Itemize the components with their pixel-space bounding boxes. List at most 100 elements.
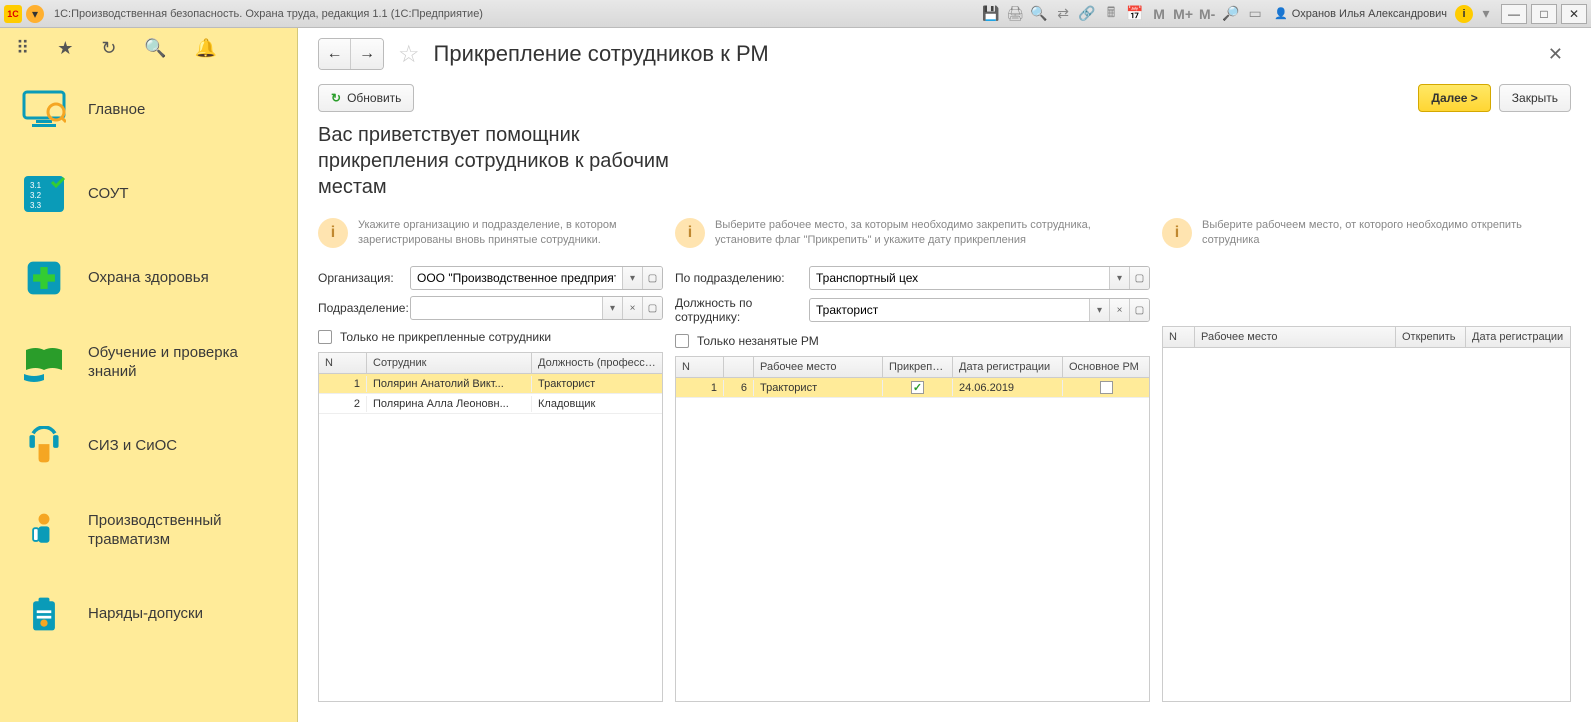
sidebar-item-label: СИЗ и СиОС: [88, 436, 177, 456]
open-button[interactable]: ▢: [1129, 267, 1149, 289]
apps-icon[interactable]: ⠿: [16, 38, 29, 59]
sidebar: ⠿ ★ ↻ 🔍 🔔 Главное 3.13.23.3 СОУТ: [0, 28, 298, 722]
table-row[interactable]: 2Полярина Алла Леоновн...Кладовщик: [319, 394, 662, 414]
dropdown-button[interactable]: ▾: [1109, 267, 1129, 289]
open-button[interactable]: ▢: [1129, 299, 1149, 321]
sidebar-item-main[interactable]: Главное: [0, 68, 297, 152]
by-dept-label: По подразделению:: [675, 271, 803, 285]
panels-icon[interactable]: ▭: [1244, 3, 1266, 25]
table-row[interactable]: 16Тракторист✓24.06.2019: [676, 378, 1149, 398]
info-dropdown[interactable]: ▾: [1475, 3, 1497, 25]
save-icon[interactable]: 💾: [980, 3, 1002, 25]
m-minus-button[interactable]: M-: [1196, 3, 1218, 25]
th-attach[interactable]: Прикрепить: [883, 357, 953, 377]
favorite-star-icon[interactable]: ☆: [398, 40, 420, 69]
injury-icon: [20, 506, 68, 554]
by-dept-input[interactable]: [810, 267, 1109, 289]
sidebar-item-siz[interactable]: СИЗ и СиОС: [0, 404, 297, 488]
dept-input[interactable]: [411, 297, 602, 319]
back-button[interactable]: ←: [319, 39, 351, 69]
search-icon[interactable]: 🔍: [144, 38, 166, 59]
th-date[interactable]: Дата регистрации: [1466, 327, 1570, 347]
clipboard-icon: [20, 590, 68, 638]
clear-button[interactable]: ×: [622, 297, 642, 319]
th-date[interactable]: Дата регистрации: [953, 357, 1063, 377]
sidebar-item-label: Главное: [88, 100, 145, 120]
cell-employee: Полярина Алла Леоновн...: [367, 396, 532, 412]
sidebar-item-health[interactable]: Охрана здоровья: [0, 236, 297, 320]
hint-text: Выберите рабочее место, за которым необх…: [715, 218, 1150, 248]
th-position[interactable]: Должность (профессия): [532, 353, 662, 373]
m-plus-button[interactable]: M+: [1172, 3, 1194, 25]
cell-n: 1: [676, 380, 724, 396]
forward-button[interactable]: →: [351, 39, 383, 69]
sidebar-item-permits[interactable]: Наряды-допуски: [0, 572, 297, 656]
workplaces-table: N Рабочее место Прикрепить Дата регистра…: [675, 356, 1150, 702]
dropdown-button[interactable]: ▾: [602, 297, 622, 319]
app-menu-dropdown[interactable]: ▾: [26, 5, 44, 23]
open-button[interactable]: ▢: [642, 267, 662, 289]
checkbox-label: Только незанятые РМ: [697, 334, 819, 348]
minimize-button[interactable]: —: [1501, 4, 1527, 24]
favorite-icon[interactable]: ★: [57, 38, 73, 59]
column-detach: i Выберите рабочеем место, от которого н…: [1162, 212, 1571, 702]
sidebar-item-label: Охрана здоровья: [88, 268, 209, 288]
dropdown-button[interactable]: ▾: [1089, 299, 1109, 321]
sidebar-item-training[interactable]: Обучение и проверка знаний: [0, 320, 297, 404]
book-icon: [20, 338, 68, 386]
close-button[interactable]: Закрыть: [1499, 84, 1571, 112]
cell-n2: 6: [724, 380, 754, 396]
cell-attach[interactable]: ✓: [883, 379, 953, 396]
th-employee[interactable]: Сотрудник: [367, 353, 532, 373]
calendar-icon[interactable]: 📅: [1124, 3, 1146, 25]
notifications-icon[interactable]: 🔔: [195, 38, 217, 59]
th-workplace[interactable]: Рабочее место: [754, 357, 883, 377]
cell-main[interactable]: [1063, 379, 1149, 396]
refresh-button[interactable]: ↻ Обновить: [318, 84, 414, 112]
refresh-label: Обновить: [347, 91, 401, 105]
org-label: Организация:: [318, 271, 404, 285]
open-button[interactable]: ▢: [642, 297, 662, 319]
next-button[interactable]: Далее >: [1418, 84, 1490, 112]
clear-button[interactable]: ×: [1109, 299, 1129, 321]
th-n[interactable]: N: [1163, 327, 1195, 347]
sidebar-item-injury[interactable]: Производственный травматизм: [0, 488, 297, 572]
print-icon[interactable]: 🖨: [1004, 3, 1026, 25]
th-n[interactable]: N: [676, 357, 724, 377]
hint-text: Укажите организацию и подразделение, в к…: [358, 218, 663, 248]
th-n[interactable]: N: [319, 353, 367, 373]
info-icon[interactable]: i: [1455, 5, 1473, 23]
cell-n: 2: [319, 396, 367, 412]
only-unassigned-checkbox[interactable]: [318, 330, 332, 344]
glove-headset-icon: [20, 422, 68, 470]
only-free-checkbox[interactable]: [675, 334, 689, 348]
th-n2[interactable]: [724, 357, 754, 377]
th-main[interactable]: Основное РМ: [1063, 357, 1149, 377]
calculator-icon[interactable]: 🖩: [1100, 3, 1122, 25]
svg-text:3.3: 3.3: [30, 201, 42, 210]
zoom-icon[interactable]: 🔎: [1220, 3, 1242, 25]
close-label: Закрыть: [1512, 91, 1558, 105]
hint-text: Выберите рабочеем место, от которого нео…: [1202, 218, 1571, 248]
next-label: Далее >: [1431, 91, 1477, 105]
close-page-button[interactable]: ✕: [1540, 40, 1571, 69]
table-row[interactable]: 1Полярин Анатолий Викт...Тракторист: [319, 374, 662, 394]
dropdown-button[interactable]: ▾: [622, 267, 642, 289]
m-button[interactable]: M: [1148, 3, 1170, 25]
monitor-icon: [20, 86, 68, 134]
preview-icon[interactable]: 🔍: [1028, 3, 1050, 25]
sidebar-item-sout[interactable]: 3.13.23.3 СОУТ: [0, 152, 297, 236]
th-workplace[interactable]: Рабочее место: [1195, 327, 1396, 347]
history-icon[interactable]: ↻: [101, 38, 116, 59]
link-icon[interactable]: 🔗: [1076, 3, 1098, 25]
org-input[interactable]: [411, 267, 622, 289]
maximize-button[interactable]: □: [1531, 4, 1557, 24]
cell-position: Кладовщик: [532, 396, 662, 412]
compare-icon[interactable]: ⇄: [1052, 3, 1074, 25]
by-pos-input[interactable]: [810, 299, 1089, 321]
sidebar-item-label: Обучение и проверка знаний: [88, 343, 277, 382]
cell-n: 1: [319, 376, 367, 392]
close-window-button[interactable]: ✕: [1561, 4, 1587, 24]
th-detach[interactable]: Открепить: [1396, 327, 1466, 347]
user-badge[interactable]: 👤 Охранов Илья Александрович: [1268, 7, 1453, 20]
